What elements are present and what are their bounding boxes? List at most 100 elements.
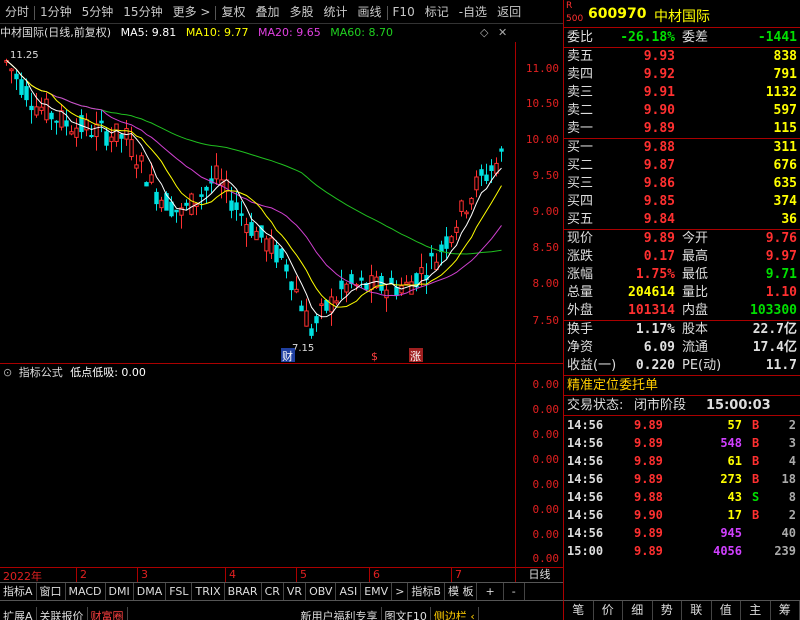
tab-linked[interactable]: 联 — [682, 601, 712, 620]
toolbar-item-restore-rights[interactable]: 复权 — [216, 0, 250, 23]
toolbar-item-stats[interactable]: 统计 — [319, 0, 353, 23]
toolbar-item-draw[interactable]: 画线 — [353, 0, 387, 23]
bid-row[interactable]: 买三 9.86 635 — [564, 175, 800, 193]
date-axis: 2022年 2 3 4 5 6 7 — [0, 567, 515, 583]
wealth-circle-button[interactable]: 财富圈 — [88, 607, 128, 620]
quote-value: 9.89 — [643, 231, 675, 246]
tab-main[interactable]: 主 — [741, 601, 771, 620]
tab-trades[interactable]: 笔 — [564, 601, 594, 620]
quote-row[interactable]: 涨幅 1.75% 最低 9.71 — [564, 266, 800, 284]
bid-price: 9.86 — [643, 176, 675, 191]
collapse-icon[interactable]: ⊙ — [3, 366, 12, 379]
tab-vr[interactable]: VR — [284, 583, 307, 600]
bid-row[interactable]: 买二 9.87 676 — [564, 157, 800, 175]
quote-row[interactable]: 现价 9.89 今开 9.76 — [564, 230, 800, 248]
fundamental-row[interactable]: 净资 6.09 流通 17.4亿 — [564, 339, 800, 357]
quote-row[interactable]: 总量 204614 量比 1.10 — [564, 284, 800, 302]
ask-row[interactable]: 卖五 9.93 838 — [564, 48, 800, 66]
quote-row[interactable]: 涨跌 0.17 最高 9.97 — [564, 248, 800, 266]
price-tick: 7.50 — [532, 314, 560, 327]
candle-body — [334, 300, 339, 304]
fundamental-label: 股本 — [682, 322, 709, 337]
tab-trend[interactable]: 势 — [653, 601, 682, 620]
new-user-benefit-link[interactable]: 新用户福利专享 — [298, 607, 382, 620]
stock-code: 600970 — [588, 6, 647, 22]
tick-volume: 4056 — [713, 544, 742, 558]
quote-row[interactable]: 外盘 101314 内盘 103300 — [564, 302, 800, 320]
f10-button[interactable]: 图文F10 — [382, 607, 431, 620]
related-quote-button[interactable]: 关联报价 — [37, 607, 88, 620]
tab-brar[interactable]: BRAR — [225, 583, 262, 600]
tab-chips[interactable]: 筹 — [771, 601, 800, 620]
toolbar-item-overlay[interactable]: 叠加 — [250, 0, 284, 23]
indicator-tick: 0.00 — [532, 552, 560, 565]
tab-indicator-a[interactable]: 指标A — [0, 583, 37, 600]
bid-row[interactable]: 买四 9.85 374 — [564, 193, 800, 211]
candle-body — [459, 200, 464, 212]
ask-row[interactable]: 卖二 9.90 597 — [564, 102, 800, 120]
extension-button[interactable]: 扩展A — [0, 607, 37, 620]
bid-label: 买一 — [567, 140, 594, 155]
candle-body — [39, 106, 44, 111]
tab-value[interactable]: 值 — [712, 601, 741, 620]
toolbar-item-multi-stock[interactable]: 多股 — [284, 0, 318, 23]
toolbar-item-f10[interactable]: F10 — [388, 0, 420, 23]
bid-volume: 676 — [773, 158, 797, 173]
candle-body — [324, 299, 329, 311]
toolbar-item-more[interactable]: 更多 > — [168, 0, 216, 23]
fundamental-row[interactable]: 收益(一) 0.220 PE(动) 11.7 — [564, 357, 800, 375]
toolbar-item-1min[interactable]: 1分钟 — [35, 0, 77, 23]
zoom-in-button[interactable]: + — [477, 583, 504, 600]
fundamentals: 换手 1.17% 股本 22.7亿 净资 6.09 流通 17.4亿 收益(一) 0.220 PE(… — [564, 321, 800, 376]
tick-side: B — [752, 436, 760, 450]
candle-body — [339, 280, 344, 290]
tab-trix[interactable]: TRIX — [192, 583, 225, 600]
ask-row[interactable]: 卖一 9.89 115 — [564, 120, 800, 138]
indicator-formula-label[interactable]: 指标公式 — [19, 366, 63, 379]
ma10-line — [6, 60, 502, 308]
toolbar-item-5min[interactable]: 5分钟 — [77, 0, 119, 23]
tick-volume: 61 — [727, 454, 742, 468]
indicator-chart[interactable] — [0, 381, 515, 567]
candle-body — [319, 303, 324, 306]
tab-indicator-b[interactable]: 指标B — [408, 583, 445, 600]
tab-price[interactable]: 价 — [594, 601, 623, 620]
tab-window[interactable]: 窗口 — [37, 583, 66, 600]
settings-icon[interactable]: ◇ — [480, 24, 488, 42]
tick-row: 14:56 9.89 945 40 — [564, 524, 800, 542]
candle-body — [304, 310, 309, 327]
toolbar-item-watchlist[interactable]: -自选 — [454, 0, 492, 23]
zoom-out-button[interactable]: - — [504, 583, 525, 600]
tick-list[interactable]: 14:56 9.89 57 B 2 14:56 9.89 548 B 3 14:56 9.89 61 B 4… — [564, 416, 800, 560]
tab-more[interactable]: > — [392, 583, 409, 600]
tab-asi[interactable]: ASI — [336, 583, 362, 600]
tick-row: 14:56 9.89 273 B 18 — [564, 470, 800, 488]
candlestick-chart[interactable]: 11.25 7.15 财 $ 涨 — [0, 42, 515, 362]
divider — [451, 568, 452, 583]
precise-order-label[interactable]: 精准定位委托单 — [567, 376, 658, 396]
tab-dma[interactable]: DMA — [134, 583, 167, 600]
toolbar-item-back[interactable]: 返回 — [492, 0, 526, 23]
ask-row[interactable]: 卖四 9.92 791 — [564, 66, 800, 84]
ask-row[interactable]: 卖三 9.91 1132 — [564, 84, 800, 102]
tab-cr[interactable]: CR — [262, 583, 284, 600]
tab-fsl[interactable]: FSL — [166, 583, 193, 600]
quote-value: 9.97 — [765, 249, 797, 264]
tab-details[interactable]: 细 — [623, 601, 653, 620]
tab-macd[interactable]: MACD — [66, 583, 106, 600]
tab-obv[interactable]: OBV — [306, 583, 337, 600]
tab-template[interactable]: 模 板 — [445, 583, 478, 600]
toolbar-item-15min[interactable]: 15分钟 — [118, 0, 167, 23]
divider — [369, 568, 370, 583]
bid-row[interactable]: 买五 9.84 36 — [564, 211, 800, 229]
period-selector[interactable]: 日线 — [515, 567, 563, 582]
tab-emv[interactable]: EMV — [361, 583, 393, 600]
fundamental-row[interactable]: 换手 1.17% 股本 22.7亿 — [564, 321, 800, 339]
precise-order-row[interactable]: 精准定位委托单 — [564, 376, 800, 396]
tab-dmi[interactable]: DMI — [106, 583, 134, 600]
toolbar-item-mark[interactable]: 标记 — [420, 0, 454, 23]
sidebar-toggle[interactable]: 侧边栏 ‹ — [431, 607, 479, 620]
toolbar-item-intraday[interactable]: 分时 — [0, 0, 34, 23]
bid-row[interactable]: 买一 9.88 311 — [564, 139, 800, 157]
close-icon[interactable]: ✕ — [498, 24, 507, 42]
